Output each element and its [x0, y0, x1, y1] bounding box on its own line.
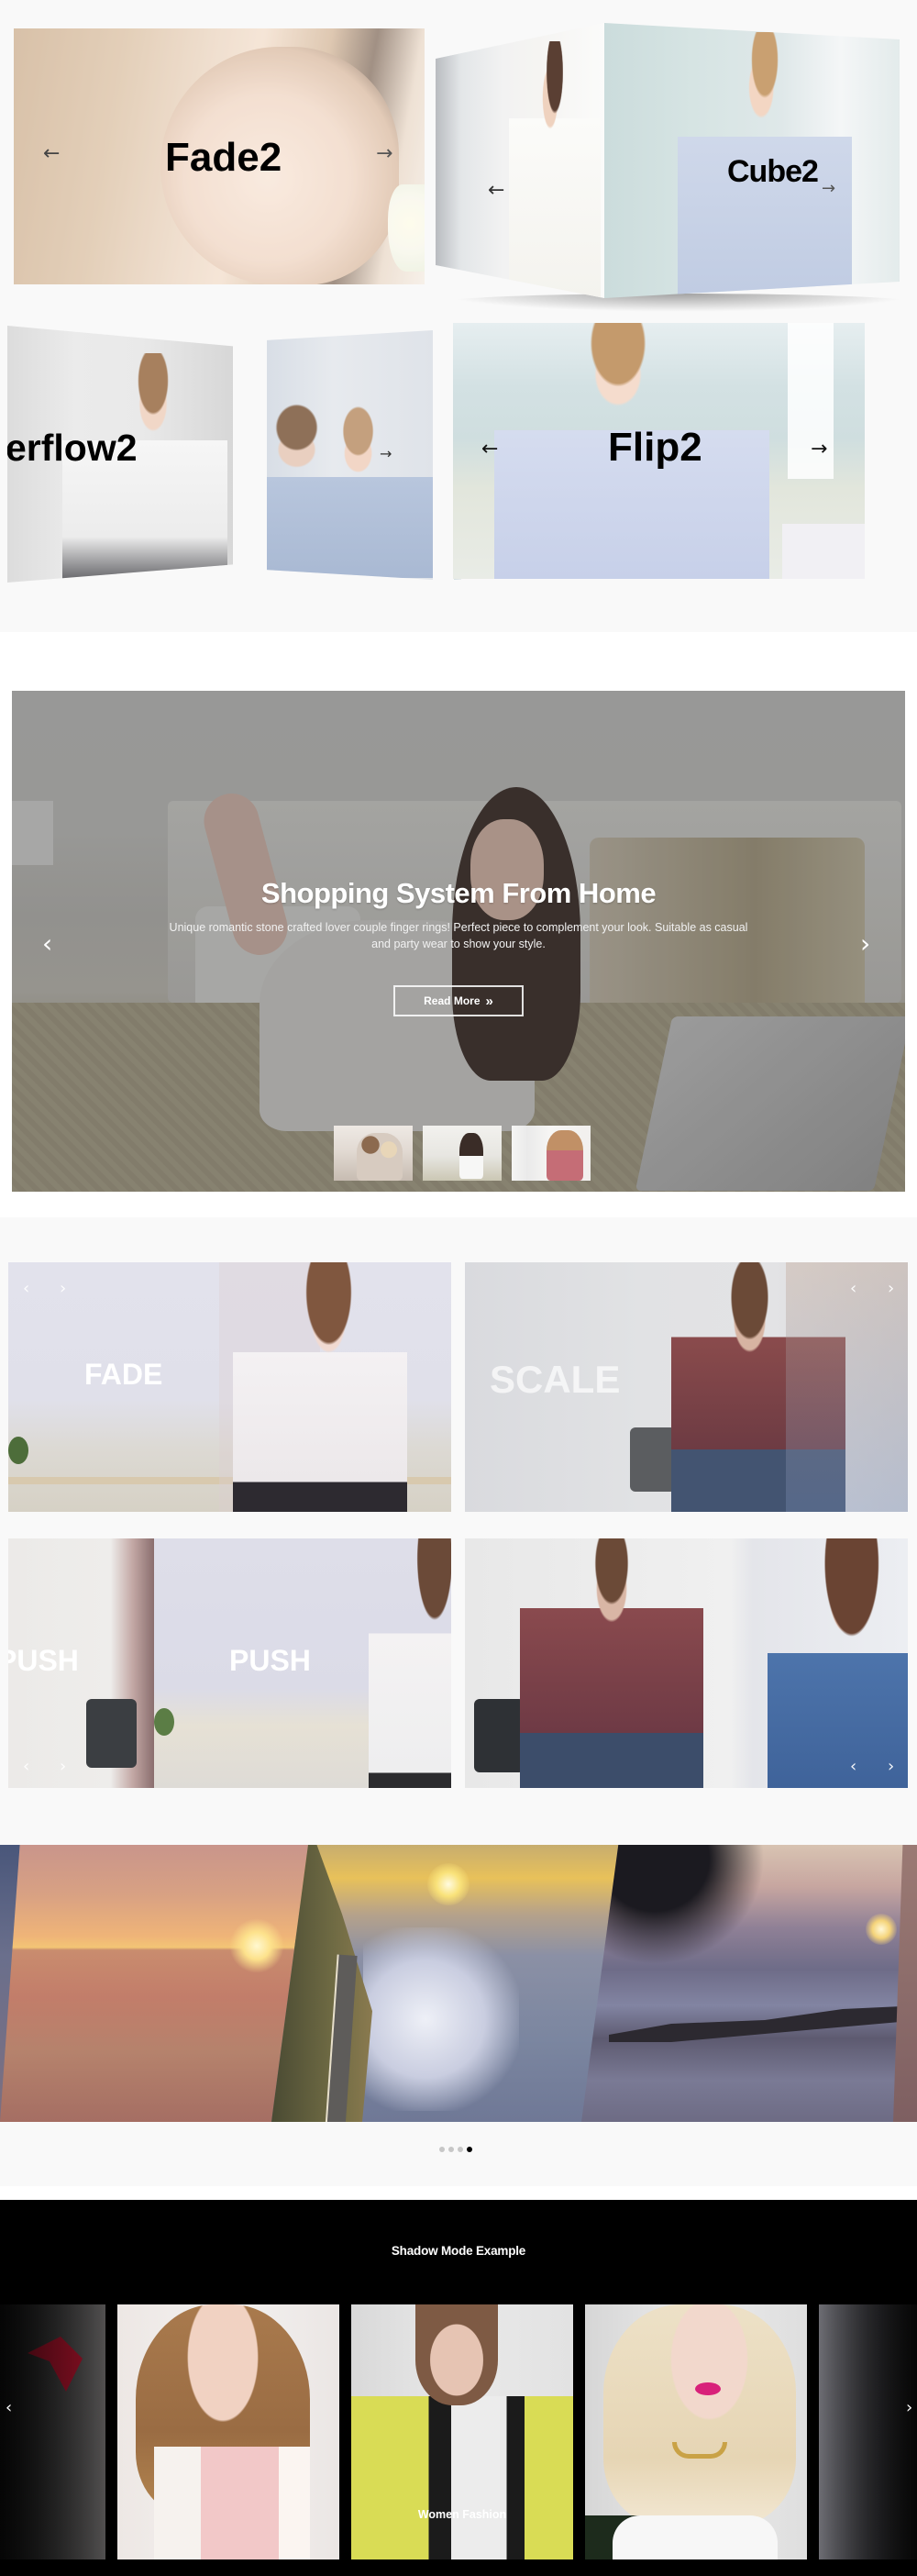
effects-section: ← → Fade2 ← Cube2 → erflow2 → ← → Flip2: [0, 0, 917, 632]
slider-title: SCALE: [490, 1358, 621, 1401]
slide-image: [267, 394, 433, 578]
carousel-slide[interactable]: [0, 2304, 105, 2559]
slide-caption: Women Fashion: [417, 2508, 507, 2521]
slider-title: Flip2: [608, 425, 702, 470]
cube-shadow: [440, 294, 917, 312]
chevron-left-icon[interactable]: ‹: [850, 1759, 856, 1775]
arrow-left-icon[interactable]: ←: [488, 181, 504, 201]
slider-title: FADE: [84, 1358, 163, 1391]
hero-slider[interactable]: ‹ › Shopping System From Home Unique rom…: [12, 691, 905, 1192]
slider-title-outgoing: PUSH: [8, 1644, 79, 1677]
scale-slider[interactable]: SCALE ‹ ›: [465, 1262, 908, 1512]
slide-image: [509, 41, 601, 298]
slider-title: erflow2: [7, 427, 138, 469]
hero-description: Unique romantic stone crafted lover coup…: [169, 921, 748, 950]
arrow-right-icon[interactable]: →: [811, 439, 827, 460]
chevron-right-icon[interactable]: ›: [888, 1759, 894, 1775]
slide-image-incoming: PUSH: [154, 1538, 451, 1788]
thumbnail-strip: [334, 1126, 591, 1181]
thumbnail[interactable]: [423, 1126, 502, 1181]
slider-title: Cube2: [727, 154, 819, 189]
chevron-right-icon[interactable]: ›: [906, 2400, 912, 2416]
pagination-dot[interactable]: [458, 2147, 463, 2152]
fade2-slider[interactable]: ← → Fade2: [14, 28, 425, 284]
pagination-dots: [439, 2147, 472, 2152]
carousel-slide[interactable]: [271, 1845, 638, 2122]
sunset-carousel-section: [0, 1795, 917, 2186]
chevron-right-icon[interactable]: ›: [60, 1759, 66, 1775]
arrow-right-icon[interactable]: →: [376, 144, 392, 164]
chevron-left-icon[interactable]: ‹: [23, 1759, 29, 1775]
cube2-face-left[interactable]: ←: [436, 23, 604, 298]
thumbnail[interactable]: [334, 1126, 413, 1181]
effects-grid-section: FADE ‹ › SCALE ‹ › PUSH PUSH ‹ › ‹ ›: [0, 1217, 917, 1795]
double-chevron-right-icon: »: [485, 993, 493, 1009]
carousel-slide-active[interactable]: [351, 2304, 573, 2559]
slide-image-outgoing: PUSH: [8, 1538, 154, 1788]
carousel-slide[interactable]: [581, 1845, 917, 2122]
carousel-slide[interactable]: [117, 2304, 339, 2559]
push-slider[interactable]: PUSH PUSH ‹ ›: [8, 1538, 451, 1788]
carousel-slide[interactable]: [819, 2304, 917, 2559]
slider-title: PUSH: [229, 1644, 311, 1677]
chevron-right-icon[interactable]: ›: [860, 931, 870, 957]
fade-slider[interactable]: FADE ‹ ›: [8, 1262, 451, 1512]
slide-image: [233, 1262, 407, 1512]
pagination-dot[interactable]: [439, 2147, 445, 2152]
chevron-right-icon[interactable]: ›: [888, 1281, 894, 1297]
chevron-left-icon[interactable]: ‹: [23, 1281, 29, 1297]
section-title: Shadow Mode Example: [391, 2244, 526, 2258]
hero-section: ‹ › Shopping System From Home Unique rom…: [0, 632, 917, 1217]
read-more-button[interactable]: Read More »: [393, 985, 524, 1016]
arrow-right-icon[interactable]: →: [380, 447, 392, 461]
pagination-dot-active[interactable]: [467, 2147, 472, 2152]
slider-title: Fade2: [165, 135, 282, 180]
arrow-left-icon[interactable]: ←: [481, 439, 498, 460]
thumbnail[interactable]: [512, 1126, 591, 1181]
slide-image: [768, 1538, 908, 1788]
chevron-left-icon[interactable]: ‹: [42, 931, 52, 957]
chevron-left-icon[interactable]: ‹: [6, 2400, 12, 2416]
read-more-label: Read More: [424, 994, 481, 1007]
slide-image: [520, 1538, 703, 1788]
cube2-face-right[interactable]: Cube2 →: [604, 23, 900, 298]
hero-title: Shopping System From Home: [260, 877, 657, 909]
arrow-right-icon[interactable]: →: [822, 181, 835, 197]
coverflow2-slide-middle[interactable]: →: [267, 330, 433, 580]
chevron-left-icon[interactable]: ‹: [850, 1281, 856, 1297]
pagination-dot[interactable]: [448, 2147, 454, 2152]
carousel-slide[interactable]: [585, 2304, 807, 2559]
arrow-left-icon[interactable]: ←: [43, 144, 60, 164]
chevron-right-icon[interactable]: ›: [60, 1281, 66, 1297]
coverflow2-slide-left[interactable]: erflow2: [7, 326, 233, 583]
flip2-slider[interactable]: ← → Flip2: [453, 323, 865, 579]
effect-slider[interactable]: ‹ ›: [465, 1538, 908, 1788]
